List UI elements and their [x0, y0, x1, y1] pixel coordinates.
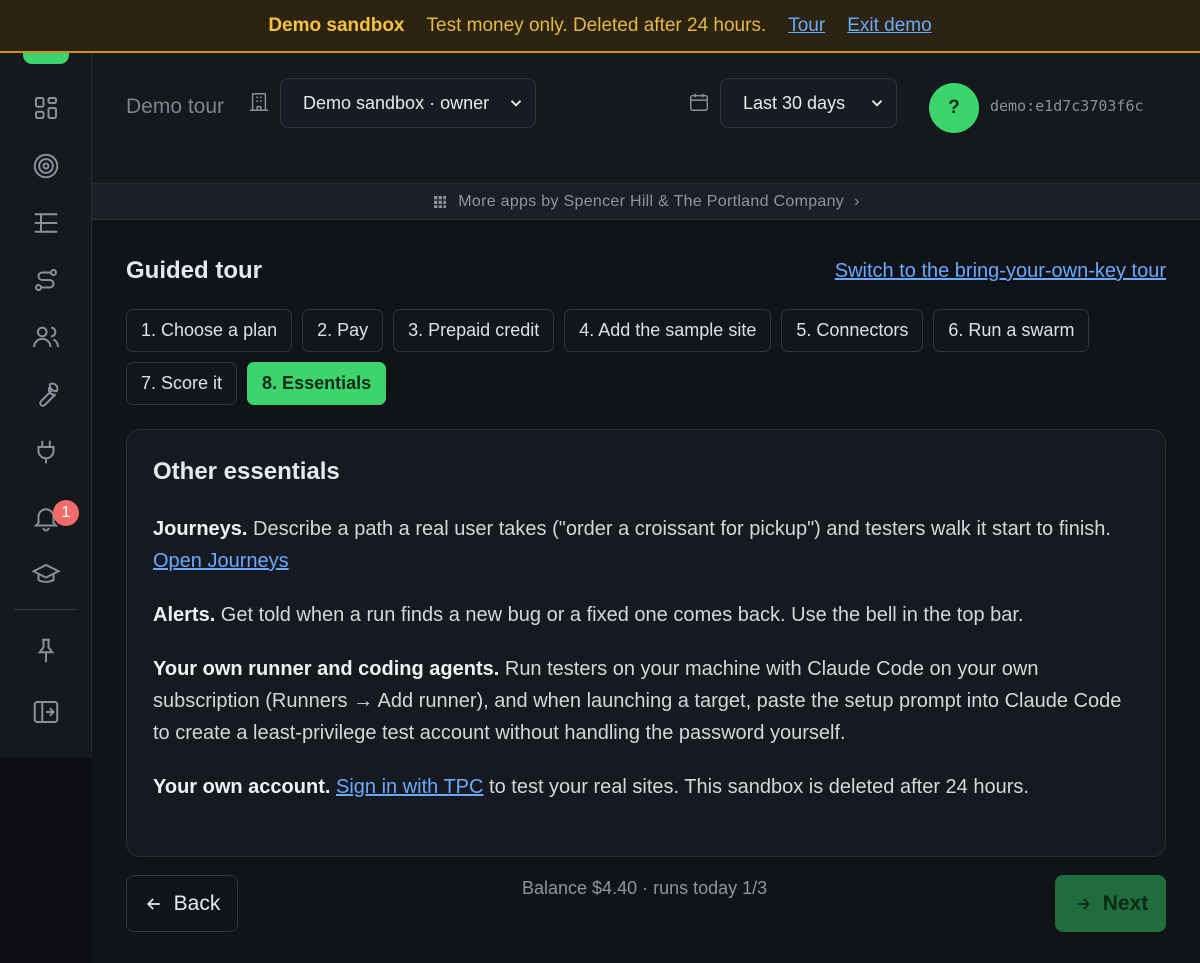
switch-tour-link[interactable]: Switch to the bring-your-own-key tour	[835, 260, 1166, 283]
arrow-left-icon	[146, 897, 160, 910]
banner-message: Test money only. Deleted after 24 hours.	[426, 14, 767, 36]
tour-step-3[interactable]: 3. Prepaid credit	[393, 309, 555, 352]
dashboard-icon[interactable]	[28, 90, 64, 126]
tour-step-2[interactable]: 2. Pay	[302, 309, 384, 352]
plug-icon[interactable]	[28, 434, 64, 470]
target-icon[interactable]	[28, 148, 64, 184]
date-range-select[interactable]: Last 30 days	[720, 78, 897, 128]
main-content: Guided tour Switch to the bring-your-own…	[92, 220, 1200, 963]
arrow-right-icon	[1076, 897, 1090, 910]
notification-badge: 1	[53, 500, 79, 526]
journeys-text: Describe a path a real user takes ("orde…	[247, 518, 1111, 540]
page-label: Demo tour	[126, 95, 225, 118]
open-journeys-link[interactable]: Open Journeys	[153, 550, 289, 572]
chevron-right-icon: ›	[854, 192, 860, 210]
workspace-select[interactable]: Demo sandbox · owner	[280, 78, 536, 128]
more-apps-text: More apps by Spencer Hill & The Portland…	[458, 192, 845, 210]
building-icon	[248, 91, 270, 113]
tour-step-5[interactable]: 5. Connectors	[781, 309, 924, 352]
demo-banner: Demo sandbox Test money only. Deleted af…	[0, 0, 1200, 53]
user-id: demo:e1d7c3703f6c	[990, 97, 1144, 115]
top-bar: Demo tour Demo sandbox · owner Last 30 d…	[92, 53, 1200, 183]
calendar-icon	[688, 91, 710, 113]
sidebar-divider	[14, 609, 77, 610]
tour-steps: 1. Choose a plan 2. Pay 3. Prepaid credi…	[126, 309, 1136, 405]
tour-step-8-active[interactable]: 8. Essentials	[247, 362, 387, 405]
essentials-card: Other essentials Journeys. Describe a pa…	[126, 429, 1166, 857]
date-range-select-value: Last 30 days	[743, 92, 846, 113]
banner-exit-demo-link[interactable]: Exit demo	[847, 15, 931, 37]
next-button-label: Next	[1102, 891, 1149, 915]
account-text: to test your real sites. This sandbox is…	[483, 776, 1029, 798]
route-icon[interactable]	[28, 262, 64, 298]
card-title: Other essentials	[153, 458, 340, 485]
alerts-paragraph: Alerts. Get told when a run finds a new …	[153, 599, 1139, 631]
banner-title: Demo sandbox	[268, 14, 405, 36]
next-button[interactable]: Next	[1055, 875, 1166, 932]
alerts-heading: Alerts.	[153, 604, 216, 626]
tour-step-6[interactable]: 6. Run a swarm	[933, 309, 1090, 352]
sign-in-tpc-link[interactable]: Sign in with TPC	[336, 776, 483, 798]
chevron-down-icon	[871, 100, 883, 107]
tour-step-4[interactable]: 4. Add the sample site	[564, 309, 772, 352]
graduation-cap-icon[interactable]	[28, 557, 64, 593]
journeys-heading: Journeys.	[153, 518, 248, 540]
workspace-select-value: Demo sandbox · owner	[303, 92, 490, 113]
account-paragraph: Your own account. Sign in with TPC to te…	[153, 771, 1139, 803]
more-apps-bar[interactable]: More apps by Spencer Hill & The Portland…	[92, 183, 1200, 220]
tour-step-1[interactable]: 1. Choose a plan	[126, 309, 293, 352]
tree-list-icon[interactable]	[28, 205, 64, 241]
tour-step-7[interactable]: 7. Score it	[126, 362, 238, 405]
pin-icon[interactable]	[28, 633, 64, 669]
grid-icon	[434, 195, 447, 208]
chevron-down-icon	[510, 100, 522, 107]
users-icon[interactable]	[28, 319, 64, 355]
balance-status: Balance $4.40 · runs today 1/3	[522, 878, 768, 898]
back-button-label: Back	[173, 891, 221, 915]
page-title: Guided tour	[126, 257, 262, 284]
sidebar: 1	[0, 49, 92, 758]
wrench-icon[interactable]	[28, 377, 64, 413]
exit-panel-icon[interactable]	[28, 694, 64, 730]
banner-tour-link[interactable]: Tour	[788, 15, 825, 37]
account-heading: Your own account.	[153, 776, 331, 798]
alerts-text: Get told when a run finds a new bug or a…	[215, 604, 1024, 626]
runner-heading: Your own runner and coding agents.	[153, 658, 500, 680]
avatar[interactable]: ?	[929, 83, 979, 133]
back-button[interactable]: Back	[126, 875, 238, 932]
journeys-paragraph: Journeys. Describe a path a real user ta…	[153, 513, 1139, 577]
runner-paragraph: Your own runner and coding agents. Run t…	[153, 653, 1139, 749]
